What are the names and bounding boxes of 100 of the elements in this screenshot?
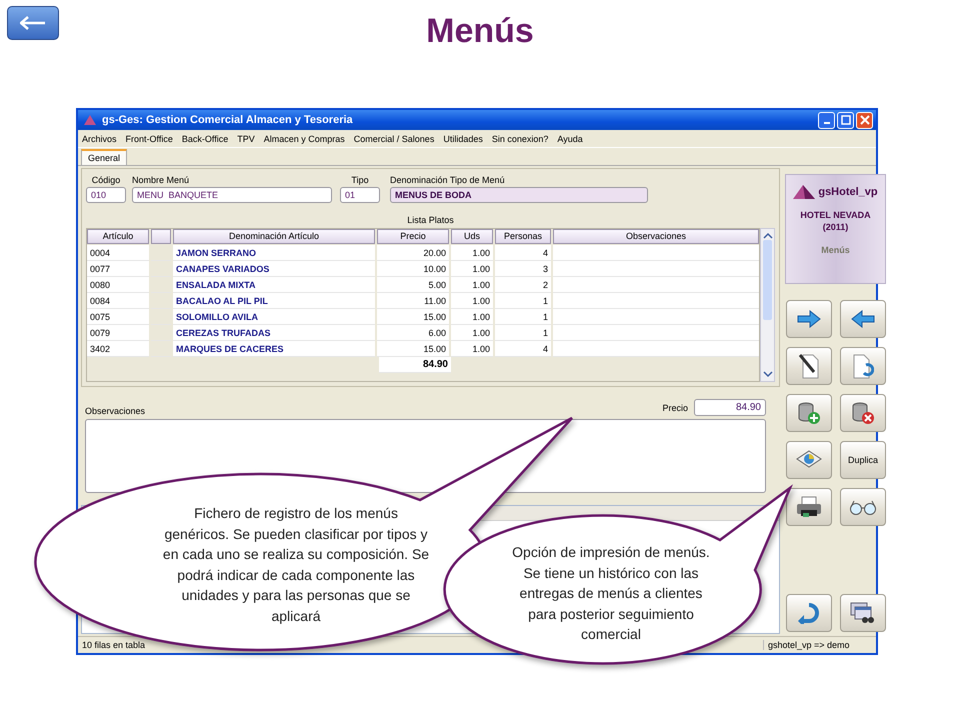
callout-text: Fichero de registro de los menús genéricos. Se pueden clasificar por tipos y en cada uno se realiza su composición. Se podrá indicar de cada componente las unidades y para las personas que se aplicará [162,504,430,626]
field-label: Denominación Tipo de Menú [390,175,506,185]
menu-item[interactable]: Comercial / Salones [354,134,434,144]
table-cell: 15.00 [377,309,449,325]
table-cell: BACALAO AL PIL PIL [173,293,375,309]
field-label: Tipo [350,175,370,185]
toolbar-button[interactable] [786,394,832,432]
table-cell: 0079 [87,325,149,341]
table-cell: 1.00 [451,261,493,277]
toolbar-button[interactable] [840,300,886,338]
glasses-icon [848,499,878,515]
input-field: MENUS DE BODA [390,187,648,203]
windows-binoculars-icon [850,601,876,625]
table-cell: 0084 [87,293,149,309]
module-name: Menús [821,245,850,255]
close-button[interactable] [856,112,873,128]
toolbar-button[interactable] [786,300,832,338]
column-header [151,229,171,244]
status-text: gshotel_vp => demo [763,640,872,650]
maximize-button[interactable] [837,112,854,128]
table-cell: 15.00 [377,341,449,357]
menu-item[interactable]: Almacen y Compras [264,134,345,144]
table-cell: 5.00 [377,277,449,293]
status-text: 10 filas en tabla [82,640,146,650]
table-cell: 0077 [87,261,149,277]
duplicate-button[interactable]: Duplica [840,441,886,479]
menu-item[interactable]: Front-Office [126,134,173,144]
hotel-name: HOTEL NEVADA [800,209,871,221]
toolbar-button[interactable] [840,488,886,526]
menu-item[interactable]: TPV [237,134,255,144]
return-arrow-icon [797,602,821,624]
table-cell: ENSALADA MIXTA [173,277,375,293]
menu-item[interactable]: Utilidades [443,134,483,144]
table-cell: CEREZAS TRUFADAS [173,325,375,341]
table-cell: 1.00 [451,293,493,309]
field-label: Observaciones [85,406,146,416]
database-add-icon [797,401,821,425]
brand-name: gsHotel_vp [818,186,878,198]
table-cell: 1.00 [451,277,493,293]
price-field[interactable]: 84.90 [694,399,766,416]
left-arrow-icon [851,310,875,328]
table-cell: JAMON SERRANO [173,245,375,261]
table-cell: MARQUES DE CACERES [173,341,375,357]
minimize-button[interactable] [818,112,835,128]
document-undo-icon [852,353,874,379]
table-cell: 0004 [87,245,149,261]
table-cell: 3 [495,261,551,277]
left-arrow-icon [20,16,46,30]
field-label: Precio [662,403,688,413]
table-cell: CANAPES VARIADOS [173,261,375,277]
toolbar-button[interactable] [840,394,886,432]
column-header: Denominación Artículo [173,229,375,244]
table-cell: 10.00 [377,261,449,277]
tab[interactable]: General [81,149,128,165]
table-cell: 4 [495,341,551,357]
table-cell: 1 [495,293,551,309]
table-cell: 1.00 [451,309,493,325]
input-field[interactable]: MENU BANQUETE [132,187,332,203]
app-logo-icon [84,115,96,125]
menu-item[interactable]: Back-Office [182,134,228,144]
close-icon [860,115,870,125]
table-cell: 6.00 [377,325,449,341]
column-header: Personas [495,229,551,244]
total-cell: 84.90 [379,357,451,373]
slide-title: Menús [425,11,535,51]
field-label: Código [90,175,122,185]
callout-text: Opción de impresión de menús. Se tiene un histórico con las entregas de menús a clientes para posterior seguimiento comercial [511,543,711,644]
column-header: Observaciones [553,229,759,244]
table-cell: 1 [495,309,551,325]
maximize-icon [840,115,850,125]
table-cell: 1 [495,325,551,341]
hotel-year: (2011) [822,221,848,233]
table-title: Lista Platos [406,215,455,225]
menu-item[interactable]: Ayuda [557,134,583,144]
table-cell: 3402 [87,341,149,357]
table-cell: 0075 [87,309,149,325]
printer-icon [795,496,823,518]
input-field[interactable]: 01 [340,187,380,203]
toolbar-button[interactable] [786,488,832,526]
table-cell: 0080 [87,277,149,293]
database-delete-icon [851,401,875,425]
menu-item[interactable]: Archivos [82,134,117,144]
menu-item[interactable]: Sin conexion? [492,134,548,144]
back-button[interactable] [7,6,59,40]
table-cell: 20.00 [377,245,449,261]
input-field[interactable]: 010 [86,187,126,203]
scrollbar[interactable] [760,228,775,382]
table-cell: 1.00 [451,341,493,357]
toolbar-button[interactable] [840,594,886,632]
field-label: Nombre Menú [132,175,190,185]
table-cell: SOLOMILLO AVILA [173,309,375,325]
column-header: Artículo [87,229,149,244]
right-arrow-icon [797,310,821,328]
window-title: gs-Ges: Gestion Comercial Almacen y Tesoreria [102,114,354,126]
table-cell: 2 [495,277,551,293]
toolbar-button[interactable] [786,347,832,385]
table-cell: 4 [495,245,551,261]
column-header: Precio [377,229,449,244]
pen-document-icon [798,353,820,379]
pyramid-logo-icon [793,185,816,199]
